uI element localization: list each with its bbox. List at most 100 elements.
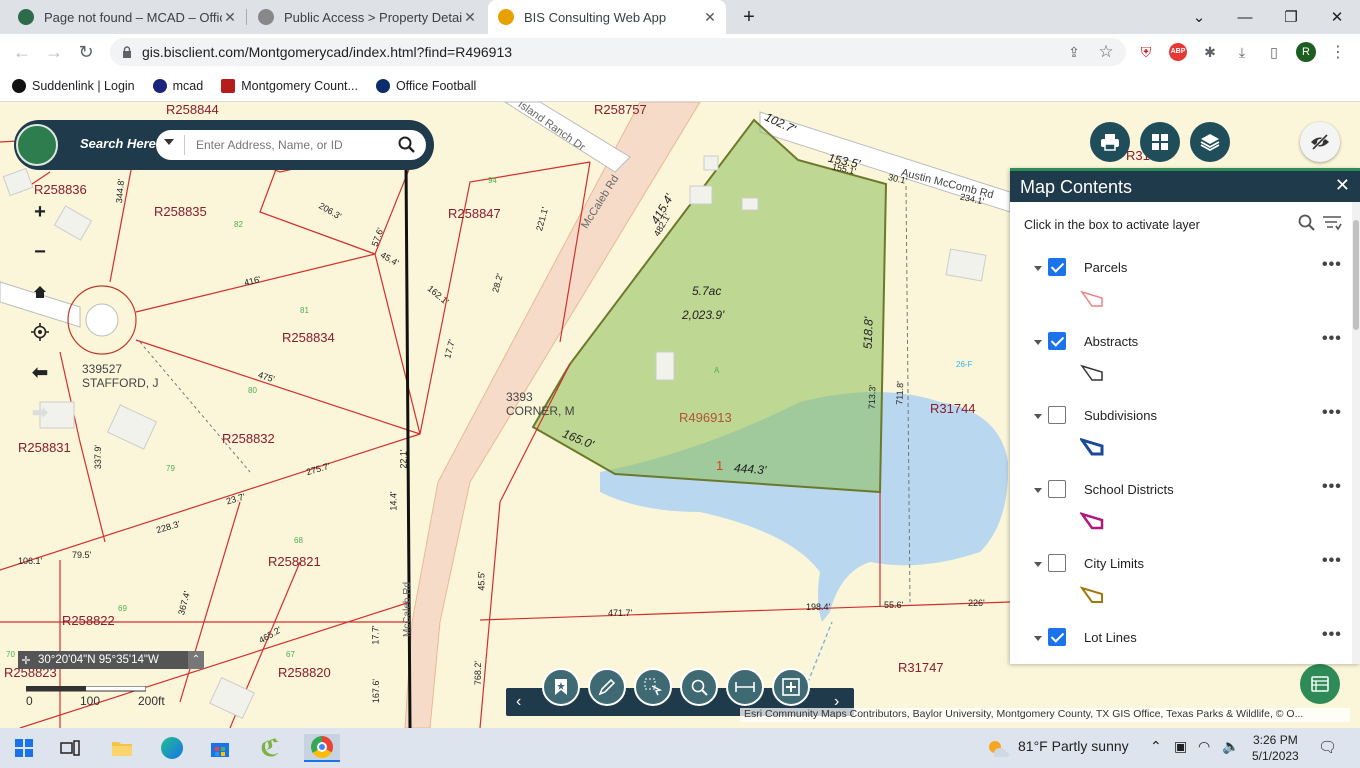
zoom-out-button[interactable]: −	[26, 238, 54, 266]
expand-arrow-icon[interactable]	[1034, 414, 1042, 419]
locate-icon[interactable]	[26, 318, 54, 346]
draw-tool-button[interactable]	[588, 668, 626, 706]
filter-list-icon[interactable]	[1322, 214, 1342, 232]
bookmark-star-icon[interactable]: ☆	[1096, 42, 1116, 62]
meet-now-icon[interactable]: ▣	[1174, 738, 1187, 755]
partly-sunny-icon[interactable]	[986, 738, 1010, 758]
search-dropdown-icon[interactable]	[164, 139, 174, 145]
store-icon[interactable]	[206, 734, 234, 762]
layer-options-icon[interactable]: •••	[1322, 478, 1342, 496]
layer-options-icon[interactable]: •••	[1322, 404, 1342, 422]
bookmark-montgomery-county[interactable]: Montgomery Count...	[221, 78, 358, 93]
dimension-label: 17.7'	[370, 625, 381, 645]
bookmark-office-football[interactable]: Office Football	[375, 78, 476, 93]
bookmark-mcad[interactable]: mcad	[152, 78, 203, 93]
search-icon[interactable]	[1298, 214, 1316, 232]
close-icon[interactable]: ✕	[1335, 175, 1350, 196]
expand-arrow-icon[interactable]	[1034, 636, 1042, 641]
bookmark-label: Montgomery Count...	[241, 78, 358, 93]
restore-button[interactable]: ❐	[1268, 0, 1314, 34]
close-tab-icon[interactable]: ✕	[702, 9, 718, 26]
share-icon[interactable]: ⇪	[1064, 42, 1084, 62]
side-panel-icon[interactable]: ▯	[1264, 42, 1284, 62]
hide-widgets-button[interactable]	[1300, 122, 1340, 162]
back-arrow-icon[interactable]: ←	[8, 38, 36, 66]
measure-tool-button[interactable]	[726, 668, 764, 706]
bookmark-tool-button[interactable]	[542, 668, 580, 706]
zoom-in-button[interactable]: +	[26, 198, 54, 226]
reload-icon[interactable]: ↻	[72, 38, 100, 66]
forward-arrow-icon[interactable]: →	[40, 38, 68, 66]
browser-tab-property-detail[interactable]: Public Access > Property Detail ✕	[248, 0, 486, 34]
app-c-icon[interactable]: ℭ	[256, 734, 284, 762]
layer-options-icon[interactable]: •••	[1322, 626, 1342, 644]
toolbar-prev-chevron-icon[interactable]: ‹	[516, 693, 521, 711]
close-tab-icon[interactable]: ✕	[222, 9, 238, 26]
layer-checkbox-lot-lines[interactable]	[1048, 628, 1066, 646]
edge-browser-icon[interactable]	[158, 734, 186, 762]
system-clock[interactable]: 3:26 PM 5/1/2023	[1252, 732, 1299, 764]
extensions-puzzle-icon[interactable]: ✱	[1200, 42, 1220, 62]
layer-checkbox-city-limits[interactable]	[1048, 554, 1066, 572]
layer-checkbox-school-districts[interactable]	[1048, 480, 1066, 498]
collapse-chevron-icon[interactable]: ⌃	[188, 651, 204, 669]
next-extent-arrow-icon[interactable]: ➡	[26, 398, 54, 426]
parcel-label: R258757	[594, 102, 647, 117]
close-window-button[interactable]: ✕	[1314, 0, 1360, 34]
panel-scrollbar[interactable]	[1352, 202, 1360, 664]
close-tab-icon[interactable]: ✕	[462, 9, 478, 26]
minimize-button[interactable]: —	[1222, 0, 1268, 34]
menu-kebab-icon[interactable]: ⋮	[1328, 42, 1348, 62]
previous-extent-arrow-icon[interactable]: ⬅	[26, 358, 54, 386]
new-tab-button[interactable]: +	[726, 0, 772, 34]
bookmark-suddenlink[interactable]: Suddenlink | Login	[12, 78, 135, 93]
browser-tab-bis-consulting[interactable]: BIS Consulting Web App ✕	[488, 0, 726, 34]
notification-icon[interactable]: 🗨	[1318, 738, 1337, 756]
layer-options-icon[interactable]: •••	[1322, 256, 1342, 274]
volume-icon[interactable]: 🔈	[1222, 738, 1239, 755]
layer-checkbox-abstracts[interactable]	[1048, 332, 1066, 350]
extension-shield-icon[interactable]: ⛨	[1136, 42, 1156, 62]
address-bar[interactable]: gis.bisclient.com/Montgomerycad/index.ht…	[110, 38, 1126, 66]
legend-button[interactable]	[1300, 664, 1340, 704]
layer-checkbox-subdivisions[interactable]	[1048, 406, 1066, 424]
expand-arrow-icon[interactable]	[1034, 488, 1042, 493]
selected-parcel-id[interactable]: R496913	[679, 410, 732, 425]
crosshair-icon[interactable]: ✛	[18, 654, 34, 667]
expand-arrow-icon[interactable]	[1034, 266, 1042, 271]
tab-search-button[interactable]: ⌄	[1176, 0, 1222, 34]
query-tool-button[interactable]	[680, 668, 718, 706]
windows-start-icon[interactable]	[10, 734, 38, 762]
chrome-taskbar-icon[interactable]	[304, 734, 340, 762]
tract-number: 81	[300, 306, 309, 315]
basemap-gallery-button[interactable]	[1140, 122, 1180, 162]
profile-avatar[interactable]: R	[1296, 42, 1316, 62]
search-input[interactable]	[196, 134, 386, 156]
panel-header: Map Contents ✕	[1010, 168, 1360, 202]
file-explorer-icon[interactable]	[108, 734, 136, 762]
chevron-up-icon[interactable]: ⌃	[1150, 738, 1162, 755]
layers-button[interactable]	[1190, 122, 1230, 162]
expand-arrow-icon[interactable]	[1034, 562, 1042, 567]
print-button[interactable]	[1090, 122, 1130, 162]
dimension-label: 768.2'	[473, 660, 484, 686]
download-icon[interactable]: ⤓	[1232, 42, 1252, 62]
tract-number: 26-F	[956, 360, 973, 369]
wifi-icon[interactable]: ◠	[1198, 738, 1210, 755]
search-icon[interactable]	[398, 136, 416, 154]
zoom-search-icon	[691, 679, 708, 696]
add-data-tool-button[interactable]	[772, 668, 810, 706]
weather-text[interactable]: 81°F Partly sunny	[1018, 738, 1129, 754]
layer-options-icon[interactable]: •••	[1322, 552, 1342, 570]
school-districts-symbol-icon	[1080, 512, 1104, 530]
expand-arrow-icon[interactable]	[1034, 340, 1042, 345]
layer-options-icon[interactable]: •••	[1322, 330, 1342, 348]
browser-tab-mcad[interactable]: Page not found – MCAD – Officia ✕	[0, 0, 244, 34]
layer-name: Subdivisions	[1084, 408, 1157, 423]
layer-checkbox-parcels[interactable]	[1048, 258, 1066, 276]
select-tool-button[interactable]	[634, 668, 672, 706]
home-icon[interactable]	[26, 278, 54, 306]
scrollbar-thumb[interactable]	[1353, 220, 1359, 330]
adblock-icon[interactable]: ABP	[1168, 42, 1188, 62]
task-view-icon[interactable]	[56, 734, 84, 762]
